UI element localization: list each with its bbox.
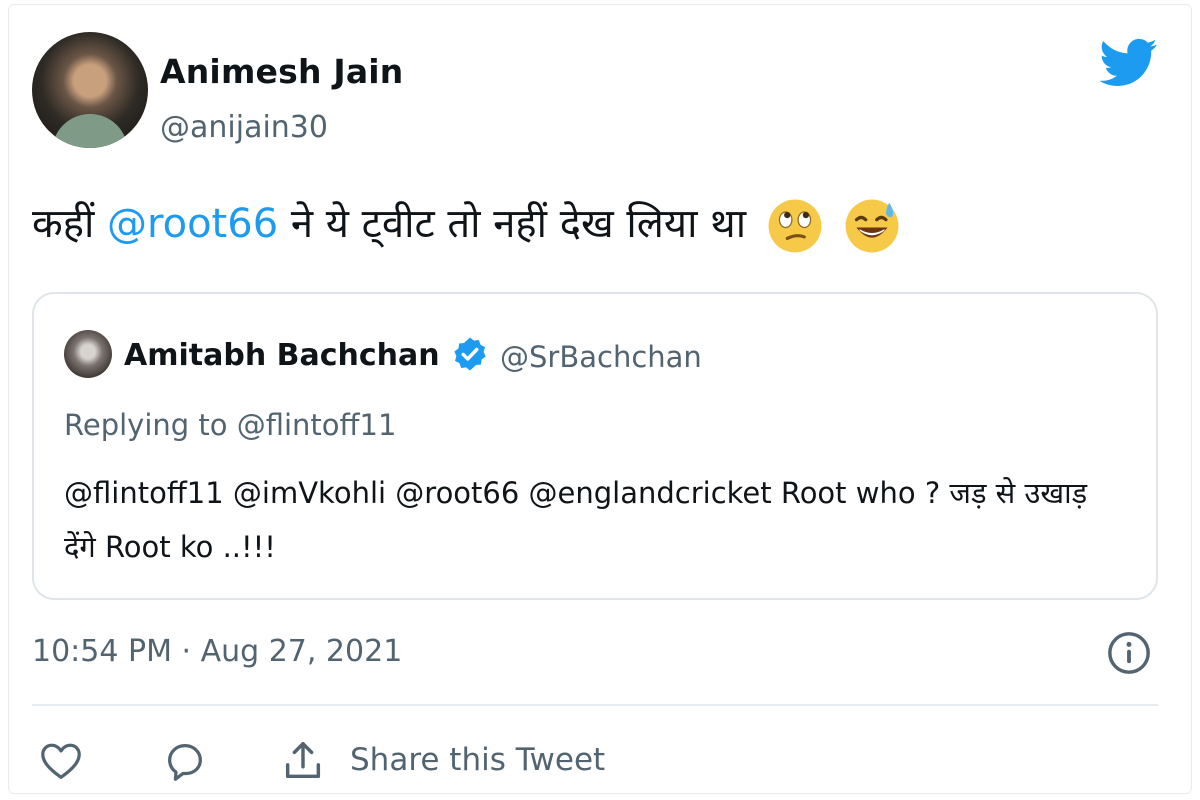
share-tweet-link[interactable]: Share this Tweet [350,742,605,778]
rolling-eyes-emoji [768,199,822,253]
avatar[interactable] [32,32,148,148]
tweet-text-prefix: कहीं [32,201,108,247]
divider [32,704,1158,706]
quoted-avatar[interactable] [64,330,112,378]
author-name[interactable]: Animesh Jain [160,52,404,91]
quoted-tweet-text: @flintoff11 @imVkohli @root66 @englandcr… [64,476,1088,564]
info-icon[interactable] [1106,630,1152,676]
mention-link[interactable]: @root66 [107,201,278,247]
verified-badge-icon [454,337,486,371]
quoted-author-handle[interactable]: @SrBachchan [500,340,702,374]
tweet-text: कहीं @root66 ने ये ट्वीट तो नहीं देख लिय… [32,194,900,254]
avatar-shirt [52,114,128,148]
twitter-bird-icon[interactable] [1100,38,1158,88]
reply-icon[interactable] [162,738,208,784]
tweet-text-suffix: ने ये ट्वीट तो नहीं देख लिया था [278,201,747,247]
quoted-author-name[interactable]: Amitabh Bachchan [124,338,440,373]
replying-to-text: Replying to @flintoff11 [64,408,397,442]
author-handle[interactable]: @anijain30 [160,110,328,145]
quoted-tweet[interactable]: Amitabh Bachchan @SrBachchan Replying to… [32,292,1158,600]
share-icon[interactable] [280,738,326,784]
heart-icon[interactable] [38,738,84,784]
tweet-timestamp[interactable]: 10:54 PM · Aug 27, 2021 [32,634,402,669]
grinning-sweat-emoji [845,199,898,253]
